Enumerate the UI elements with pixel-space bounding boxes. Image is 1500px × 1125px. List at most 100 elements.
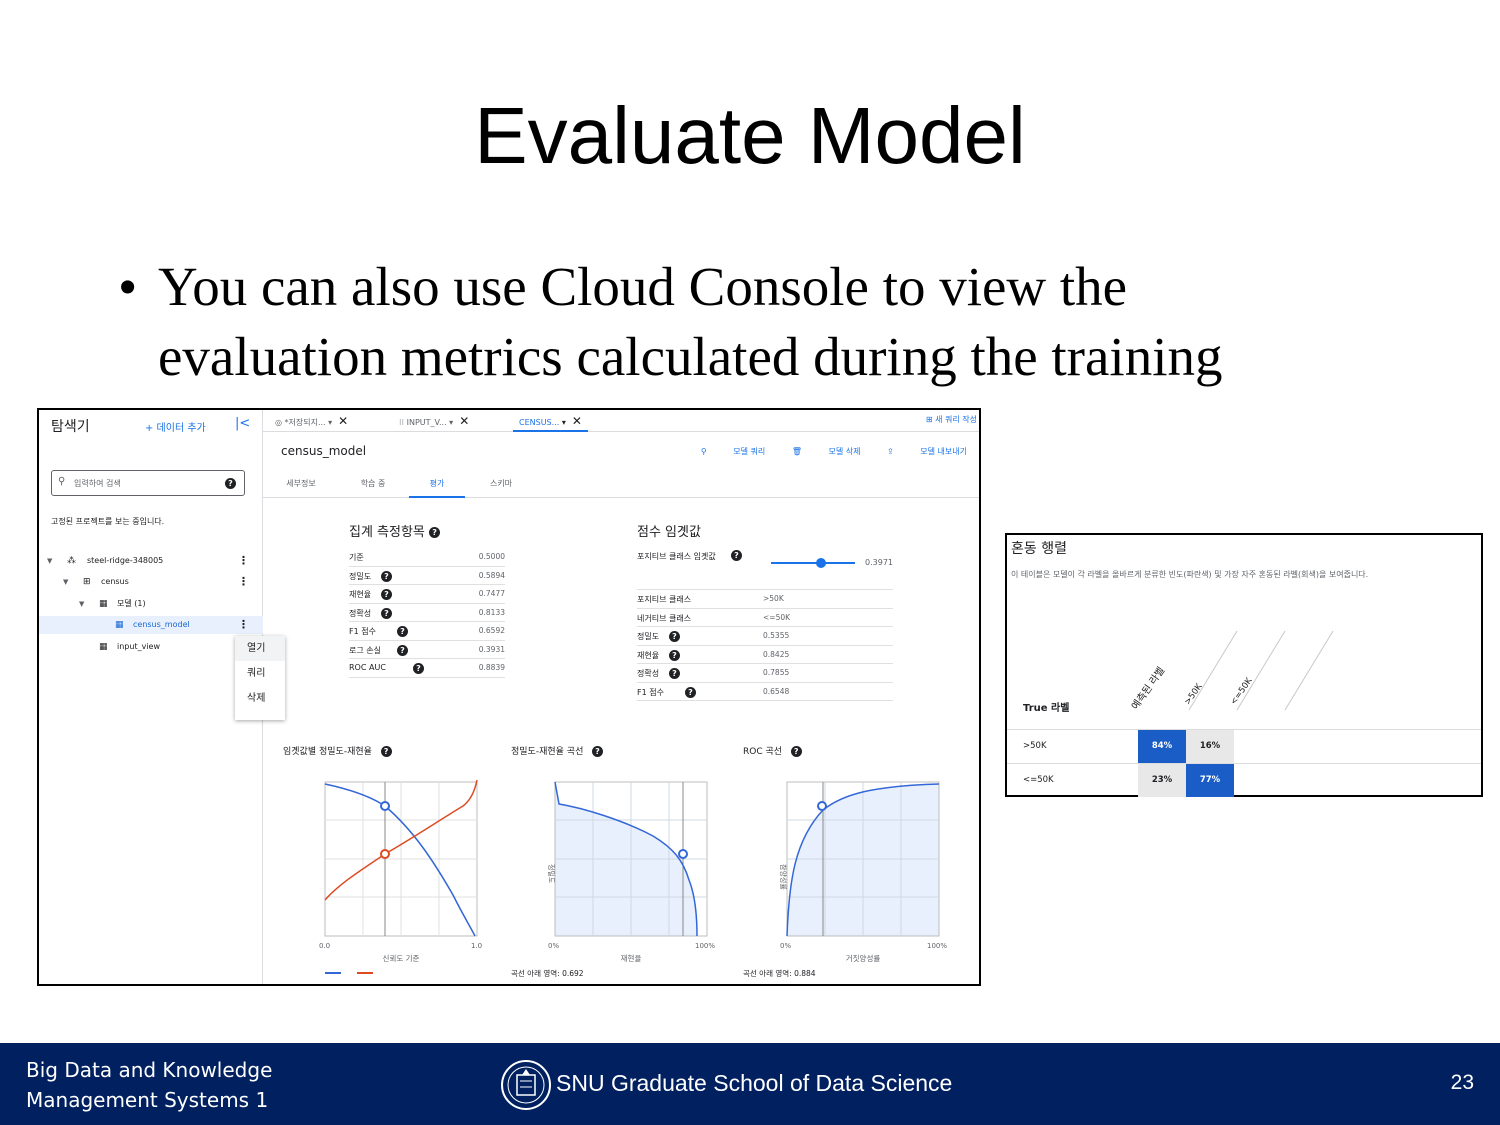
chevron-down-icon[interactable]: ▾ [328,418,332,427]
tree-item-label: steel-ridge-348005 [87,556,164,565]
chevron-down-icon[interactable]: ▾ [449,418,453,427]
metric-row: 정밀도? 0.5894 [349,567,505,585]
export-model-label: 모델 내보내기 [920,447,967,456]
expand-arrow-icon[interactable]: ▼ [79,595,84,613]
more-options-icon[interactable]: ⋮ [238,573,249,591]
view-icon: ▦ [99,642,108,652]
x-tick-label: 100% [927,942,947,950]
explorer-panel: 탐색기 + 데이터 추가 |< ⚲ 입력하여 검색 ? 고정된 프로젝트를 보는… [39,410,285,984]
delete-model-label: 모델 삭제 [828,447,861,456]
x-tick-label: 1.0 [471,942,482,950]
matrix-row: <=50K 23% 77% [1007,763,1481,797]
slider-track[interactable] [771,562,855,564]
help-icon[interactable]: ? [669,649,680,661]
query-model-label: 모델 쿼리 [733,447,766,456]
pr-threshold-chart: 0.0 1.0 신뢰도 기준 [319,779,482,974]
metric-row: 정확성 0.7855? [637,664,893,683]
folder-icon: ▦ [99,599,108,609]
help-icon[interactable]: ? [381,589,392,600]
help-icon[interactable]: ? [225,478,236,489]
model-actions: ⚲ 모델 쿼리 🗑 모델 삭제 ⇪ 모델 내보내기 [677,446,967,457]
metric-name: F1 점수 [349,627,376,636]
tab-input-view[interactable]: ⁝⁝ INPUT_V... ▾ ✕ [399,410,469,432]
collapse-panel-icon[interactable]: |< [235,416,250,431]
course-line-1: Big Data and Knowledge [26,1058,273,1082]
help-icon[interactable]: ? [397,626,408,637]
help-icon[interactable]: ? [669,668,680,679]
tree-item-project[interactable]: ▼ ⁂ steel-ridge-348005 ⋮ [39,552,263,570]
tree-item-input-view[interactable]: ▦ input_view [39,638,263,656]
roc-point[interactable] [817,801,827,811]
bigquery-console-screenshot: 탐색기 + 데이터 추가 |< ⚲ 입력하여 검색 ? 고정된 프로젝트를 보는… [37,408,981,986]
tab-census-model[interactable]: CENSUS... ▾ ✕ [513,410,588,432]
pr-point[interactable] [678,849,688,859]
expand-arrow-icon[interactable]: ▼ [63,573,68,591]
more-options-icon[interactable]: ⋮ [238,552,249,570]
subtab-details[interactable]: 세부정보 [273,470,329,498]
help-icon[interactable]: ? [669,631,680,642]
close-icon[interactable]: ✕ [338,414,348,428]
metric-row: 재현율 0.8425? [637,646,893,664]
metric-value: 0.7855 [763,668,790,677]
threshold-slider-row: 포지티브 클래스 임곗값 ? 0.3971 [637,548,893,590]
help-icon[interactable]: ? [591,746,603,757]
x-tick-label: 0% [548,942,559,950]
tree-item-dataset[interactable]: ▼ ⊞ census ⋮ [39,573,263,591]
school-name: SNU Graduate School of Data Science [556,1070,953,1096]
tab-unsaved-query[interactable]: ◎ *저장되지... ▾ ✕ [275,410,348,432]
help-icon[interactable]: ? [790,746,802,757]
new-query-button[interactable]: ⊞ 새 쿼리 작성 [926,414,977,425]
bullet-text: You can also use Cloud Console to view t… [158,256,1223,387]
close-icon[interactable]: ✕ [459,414,469,428]
precision-point[interactable] [380,801,390,811]
tree-item-label: 모델 (1) [117,599,146,608]
bullet-dot: • [118,256,138,317]
metric-value: 0.8839 [478,663,505,672]
add-data-button[interactable]: + 데이터 추가 [145,419,206,434]
course-name: Big Data and Knowledge Management System… [26,1055,272,1115]
tree-item-census-model[interactable]: ▦ census_model ⋮ [39,616,263,634]
subtab-evaluation[interactable]: 평가 [409,470,465,498]
help-icon[interactable]: ? [397,644,408,656]
tree-item-models-folder[interactable]: ▼ ▦ 모델 (1) [39,595,263,613]
help-icon[interactable]: ? [413,663,424,674]
help-icon[interactable]: ? [731,550,742,561]
subtab-schema[interactable]: 스키마 [473,470,529,498]
chevron-down-icon[interactable]: ▾ [562,418,566,427]
export-model-button[interactable]: ⇪ 모델 내보내기 [887,447,967,456]
metric-value: 0.8425 [763,649,790,659]
model-icon: ▦ [115,620,124,630]
chart-title-text: 임곗값별 정밀도-재현율 [283,747,372,757]
recall-point[interactable] [380,849,390,859]
pinned-projects-note: 고정된 프로젝트를 보는 중입니다. [51,517,165,526]
metric-name: 정밀도 [349,571,372,581]
slider-thumb[interactable] [816,558,827,568]
help-icon[interactable]: ? [381,570,392,582]
help-icon[interactable]: ? [685,686,696,698]
metric-name: 포지티브 클래스 [637,595,692,604]
slider-label: 포지티브 클래스 임곗값 [637,552,716,561]
help-icon[interactable]: ? [381,607,392,619]
model-panel: ◎ *저장되지... ▾ ✕ ⁝⁝ INPUT_V... ▾ ✕ CENSUS...… [263,410,979,984]
model-title: census_model [281,444,367,458]
explorer-search-input[interactable]: ⚲ 입력하여 검색 ? [51,470,245,496]
help-icon[interactable]: ? [429,527,441,538]
delete-model-button[interactable]: 🗑 모델 삭제 [792,447,861,456]
metric-name: 로그 손실 [349,645,381,655]
metric-name: 정밀도 [637,632,660,641]
snu-seal-icon [501,1060,551,1110]
matrix-cell: 23% [1138,764,1186,797]
metric-row: F1 점수? 0.6592 [349,622,505,641]
more-options-icon[interactable]: ⋮ [238,616,249,634]
subtab-training[interactable]: 학습 중 [345,470,401,498]
guide-line [1284,630,1334,711]
score-threshold-title: 점수 임곗값 [637,525,701,540]
expand-arrow-icon[interactable]: ▼ [47,552,52,570]
metric-value: 0.5894 [478,570,505,580]
metric-row: 정확성? 0.8133 [349,604,505,622]
query-model-button[interactable]: ⚲ 모델 쿼리 [701,447,765,456]
close-icon[interactable]: ✕ [572,414,582,428]
metric-value: 0.6592 [478,626,505,635]
chart-title-text: ROC 곡선 [743,747,783,757]
help-icon[interactable]: ? [380,746,392,757]
